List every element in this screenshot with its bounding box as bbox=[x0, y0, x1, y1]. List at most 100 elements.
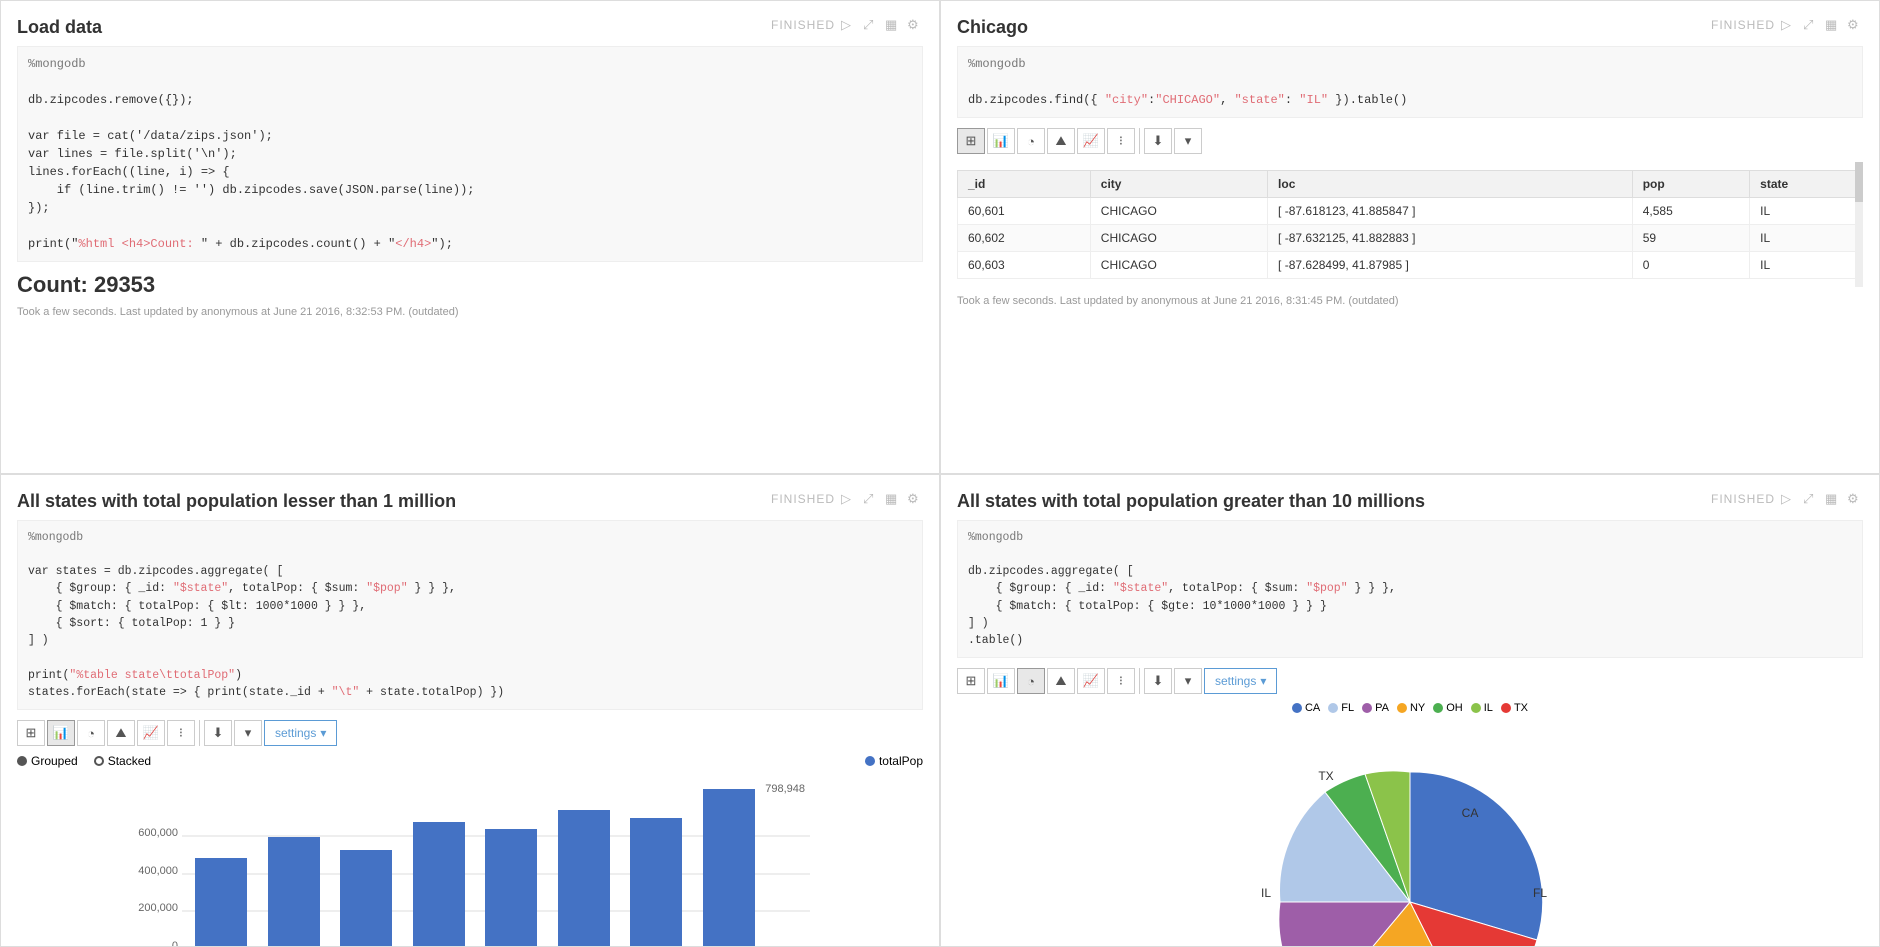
less-toolbar-droparrow[interactable]: ▾ bbox=[234, 720, 262, 746]
chicago-table-wrapper: _id city loc pop state 60,601 CHICAGO [ … bbox=[957, 162, 1863, 287]
less-settings-button[interactable]: settings ▾ bbox=[264, 720, 337, 746]
legend-ca: CA bbox=[1292, 702, 1320, 714]
table-row: 60,603 CHICAGO [ -87.628499, 41.87985 ] … bbox=[958, 252, 1863, 279]
greater-toolbar-area[interactable]: ⛰ bbox=[1047, 668, 1075, 694]
legend-tx: TX bbox=[1501, 702, 1528, 714]
bar-nd1 bbox=[413, 822, 465, 947]
less-toolbar-grid[interactable]: ⊞ bbox=[17, 720, 45, 746]
legend-grouped[interactable]: Grouped bbox=[17, 754, 78, 768]
toolbar-dropdown-btn[interactable]: ▾ bbox=[1174, 128, 1202, 154]
bar-vt1 bbox=[268, 837, 320, 947]
bar-sd2 bbox=[630, 818, 682, 947]
code-block-less: %mongodb var states = db.zipcodes.aggreg… bbox=[17, 520, 923, 711]
greater-toolbar-grid[interactable]: ⊞ bbox=[957, 668, 985, 694]
greater-toolbar-sep bbox=[1139, 668, 1140, 694]
oh-dot bbox=[1433, 703, 1443, 713]
timestamp-chicago: Took a few seconds. Last updated by anon… bbox=[957, 295, 1863, 307]
expand-icon-chicago[interactable]: ⤢ bbox=[1803, 17, 1819, 33]
toolbar-download-btn[interactable]: ⬇ bbox=[1144, 128, 1172, 154]
run-icon-greater[interactable]: ▷ bbox=[1781, 491, 1797, 507]
less-toolbar-area[interactable]: ⛰ bbox=[107, 720, 135, 746]
less-toolbar-pie[interactable]: ◔ bbox=[77, 720, 105, 746]
pie-legend: CA FL PA NY OH IL bbox=[1292, 702, 1528, 714]
toolbar-sep bbox=[1139, 128, 1140, 154]
toolbar-scatter-btn[interactable]: ⁝ bbox=[1107, 128, 1135, 154]
panel-chicago: Chicago FINISHED ▷ ⤢ ▦ ⚙ %mongodb db.zip… bbox=[940, 0, 1880, 474]
settings-icon[interactable]: ⚙ bbox=[907, 17, 923, 33]
run-icon-chicago[interactable]: ▷ bbox=[1781, 17, 1797, 33]
timestamp-load: Took a few seconds. Last updated by anon… bbox=[17, 306, 923, 318]
cell-id-3: 60,603 bbox=[958, 252, 1091, 279]
toolbar-line-btn[interactable]: 📈 bbox=[1077, 128, 1105, 154]
cell-id-2: 60,602 bbox=[958, 225, 1091, 252]
chicago-toolbar: ⊞ 📊 ◔ ⛰ 📈 ⁝ ⬇ ▾ bbox=[957, 128, 1863, 154]
toolbar-grid-btn[interactable]: ⊞ bbox=[957, 128, 985, 154]
table-icon-chicago[interactable]: ▦ bbox=[1825, 17, 1841, 33]
panel-load-data: Load data FINISHED ▷ ⤢ ▦ ⚙ %mongodb db.z… bbox=[0, 0, 940, 474]
greater-toolbar: ⊞ 📊 ◔ ⛰ 📈 ⁝ ⬇ ▾ settings ▾ bbox=[957, 668, 1863, 694]
cell-state-3: IL bbox=[1750, 252, 1863, 279]
table-icon[interactable]: ▦ bbox=[885, 17, 901, 33]
cell-city-2: CHICAGO bbox=[1090, 225, 1267, 252]
run-icon-less[interactable]: ▷ bbox=[841, 491, 857, 507]
expand-icon[interactable]: ⤢ bbox=[863, 17, 879, 33]
less-toolbar-bar[interactable]: 📊 bbox=[47, 720, 75, 746]
settings-chevron-greater: ▾ bbox=[1260, 674, 1266, 688]
toolbar-pie-btn[interactable]: ◔ bbox=[1017, 128, 1045, 154]
fl-label: FL bbox=[1341, 702, 1354, 714]
legend-il: IL bbox=[1471, 702, 1493, 714]
bar-chart: 0 200,000 400,000 600,000 798,948 WY VT bbox=[17, 774, 923, 947]
less-toolbar-scatter[interactable]: ⁝ bbox=[167, 720, 195, 746]
greater-toolbar-download[interactable]: ⬇ bbox=[1144, 668, 1172, 694]
settings-icon-less[interactable]: ⚙ bbox=[907, 491, 923, 507]
greater-toolbar-pie[interactable]: ◔ bbox=[1017, 668, 1045, 694]
panel-status-chicago: FINISHED ▷ ⤢ ▦ ⚙ bbox=[1711, 17, 1863, 33]
legend-stacked[interactable]: Stacked bbox=[94, 754, 151, 768]
cell-pop-3: 0 bbox=[1632, 252, 1749, 279]
greater-settings-button[interactable]: settings ▾ bbox=[1204, 668, 1277, 694]
expand-icon-less[interactable]: ⤢ bbox=[863, 491, 879, 507]
bar-chart-svg: 0 200,000 400,000 600,000 798,948 WY VT bbox=[17, 774, 923, 947]
code-line-2: db.zipcodes.remove({}); bbox=[28, 91, 912, 109]
greater-toolbar-scatter[interactable]: ⁝ bbox=[1107, 668, 1135, 694]
greater-toolbar-line[interactable]: 📈 bbox=[1077, 668, 1105, 694]
col-city: city bbox=[1090, 171, 1267, 198]
panel-states-greater: All states with total population greater… bbox=[940, 474, 1880, 947]
code-line-7: }); bbox=[28, 199, 912, 217]
bar-last bbox=[703, 789, 755, 947]
svg-text:798,948: 798,948 bbox=[765, 783, 805, 795]
code-block-greater: %mongodb db.zipcodes.aggregate( [ { $gro… bbox=[957, 520, 1863, 659]
toolbar-bar-btn[interactable]: 📊 bbox=[987, 128, 1015, 154]
less-toolbar-download[interactable]: ⬇ bbox=[204, 720, 232, 746]
legend-ny: NY bbox=[1397, 702, 1425, 714]
table-icon-greater[interactable]: ▦ bbox=[1825, 491, 1841, 507]
il-label: IL bbox=[1484, 702, 1493, 714]
code-line-3: var file = cat('/data/zips.json'); bbox=[28, 127, 912, 145]
svg-text:400,000: 400,000 bbox=[138, 865, 178, 877]
expand-icon-greater[interactable]: ⤢ bbox=[1803, 491, 1819, 507]
svg-text:0: 0 bbox=[172, 940, 178, 947]
col-state: state bbox=[1750, 171, 1863, 198]
bar-chart-legend: Grouped Stacked totalPop bbox=[17, 754, 923, 768]
chicago-code-2: db.zipcodes.find({ "city":"CHICAGO", "st… bbox=[968, 91, 1852, 109]
ca-dot bbox=[1292, 703, 1302, 713]
col-pop: pop bbox=[1632, 171, 1749, 198]
cell-pop-1: 4,585 bbox=[1632, 198, 1749, 225]
grouped-label: Grouped bbox=[31, 754, 78, 768]
settings-icon-greater[interactable]: ⚙ bbox=[1847, 491, 1863, 507]
less-toolbar-line[interactable]: 📈 bbox=[137, 720, 165, 746]
greater-toolbar-bar[interactable]: 📊 bbox=[987, 668, 1015, 694]
settings-icon-chicago[interactable]: ⚙ bbox=[1847, 17, 1863, 33]
col-loc: loc bbox=[1268, 171, 1633, 198]
toolbar-area-btn[interactable]: ⛰ bbox=[1047, 128, 1075, 154]
less-toolbar-sep bbox=[199, 720, 200, 746]
bar-nd2 bbox=[485, 829, 537, 947]
settings-chevron-less: ▾ bbox=[320, 726, 326, 740]
greater-toolbar-droparrow[interactable]: ▾ bbox=[1174, 668, 1202, 694]
run-icon[interactable]: ▷ bbox=[841, 17, 857, 33]
settings-label-greater: settings bbox=[1215, 674, 1256, 688]
table-icon-less[interactable]: ▦ bbox=[885, 491, 901, 507]
tx-label: TX bbox=[1514, 702, 1528, 714]
status-text-chicago: FINISHED bbox=[1711, 18, 1775, 32]
scrollbar[interactable] bbox=[1855, 162, 1863, 287]
